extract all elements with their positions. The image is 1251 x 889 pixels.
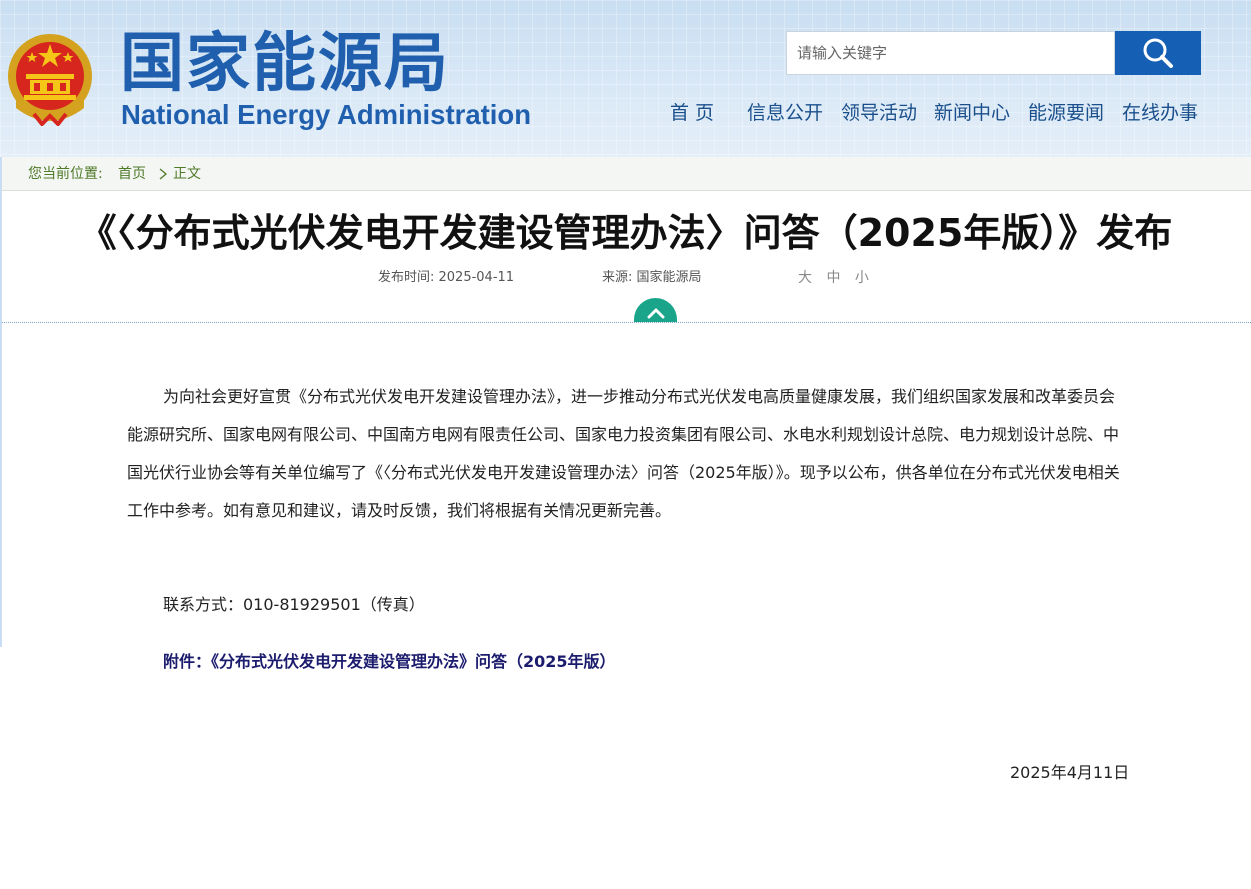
- nav-item-online-services[interactable]: 在线办事: [1122, 98, 1198, 128]
- sign-date: 2025年4月11日: [1010, 763, 1130, 782]
- nav-item-news-center[interactable]: 新闻中心: [934, 98, 1010, 128]
- article-title: 《〈分布式光伏发电开发建设管理办法〉问答（2025年版）》发布: [78, 211, 1173, 255]
- font-size-large-button[interactable]: 大: [798, 270, 812, 286]
- search-input[interactable]: [786, 31, 1115, 75]
- nav-item-energy-news[interactable]: 能源要闻: [1028, 98, 1104, 128]
- contact-info: 联系方式：010-81929501（传真）: [163, 595, 425, 614]
- breadcrumb: 您当前位置: 首页 正文: [2, 157, 1251, 191]
- title-divider: [2, 322, 1251, 323]
- site-logo-chinese[interactable]: 国家能源局: [120, 28, 450, 100]
- nav-item-leadership[interactable]: 领导活动: [841, 98, 917, 128]
- publish-time: 发布时间: 2025-04-11: [378, 270, 515, 285]
- search-button[interactable]: [1115, 31, 1201, 75]
- attachment-link[interactable]: 附件：《分布式光伏发电开发建设管理办法》问答（2025年版）: [163, 647, 616, 677]
- chevron-right-icon: [159, 168, 168, 180]
- nav-item-home[interactable]: 首 页: [670, 98, 714, 128]
- font-size-medium-button[interactable]: 中: [826, 270, 840, 286]
- scroll-top-button[interactable]: [634, 298, 677, 322]
- national-emblem-icon[interactable]: [4, 30, 96, 126]
- article-source: 来源: 国家能源局: [602, 270, 702, 285]
- nav-item-info-disclosure[interactable]: 信息公开: [747, 98, 823, 128]
- article-body: 为向社会更好宣贯《分布式光伏发电开发建设管理办法》，进一步推动分布式光伏发电高质…: [127, 387, 1120, 520]
- chevron-up-icon: [647, 308, 664, 318]
- breadcrumb-prefix: 您当前位置:: [28, 166, 103, 182]
- font-size-switcher: 大 中 小: [798, 268, 879, 288]
- font-size-small-button[interactable]: 小: [855, 270, 869, 286]
- site-logo-english[interactable]: National Energy Administration: [121, 98, 531, 132]
- breadcrumb-home-link[interactable]: 首页: [118, 157, 146, 191]
- breadcrumb-current: 正文: [173, 166, 201, 182]
- site-header: 国家能源局 National Energy Administration 首 页…: [0, 0, 1251, 157]
- search-icon: [1143, 38, 1173, 68]
